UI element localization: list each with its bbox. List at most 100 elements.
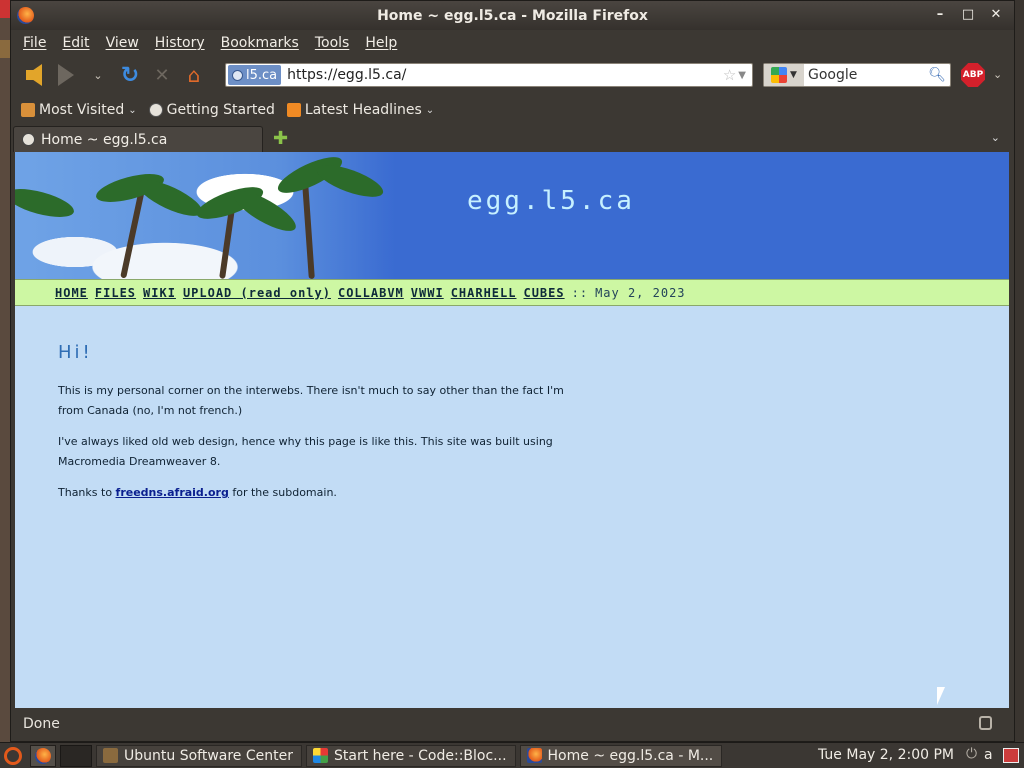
taskbar: Ubuntu Software Center Start here - Code… [0,742,1024,768]
nav-link-collabvm[interactable]: COLLABVM [338,286,404,300]
history-dropdown-icon[interactable]: ⌄ [85,62,111,88]
forward-button[interactable] [53,62,79,88]
url-bar[interactable]: l5.ca https://egg.l5.ca/ ☆ ▼ [225,63,753,87]
globe-icon [232,69,243,81]
search-bar[interactable]: ▼ Google 🔍︎ [763,63,951,87]
menu-tools[interactable]: Tools [315,35,350,51]
page-heading: Hi! [58,342,93,363]
tab-label: Home ~ egg.l5.ca [41,131,168,148]
codeblocks-icon [312,748,328,763]
site-banner: egg.l5.ca [15,152,1009,280]
site-identity-button[interactable]: l5.ca [228,65,282,85]
google-icon [771,67,788,83]
task-label: Home ~ egg.l5.ca - M... [547,747,714,764]
search-engine-selector[interactable]: ▼ [764,64,804,86]
menu-file[interactable]: File [23,35,46,51]
paragraph-design: I've always liked old web design, hence … [58,435,553,468]
menu-view[interactable]: View [106,35,139,51]
url-dropdown-icon[interactable]: ▼ [738,70,746,81]
ubuntu-menu-button[interactable] [0,743,26,768]
list-all-tabs-icon[interactable]: ⌄ [991,131,1000,144]
bookmark-most-visited[interactable]: Most Visited ⌄ [21,102,137,118]
nav-link-upload[interactable]: UPLOAD (read only) [183,286,331,300]
paragraph-thanks: Thanks to freedns.afraid.org for the sub… [58,483,575,503]
palm-frond [313,158,387,204]
user-menu[interactable]: a [984,747,993,763]
chevron-down-icon: ⌄ [128,104,137,116]
search-input[interactable]: Google [808,67,928,83]
mouse-cursor-icon [937,687,945,705]
tab-strip: Home ~ egg.l5.ca ✚ ⌄ [11,126,1014,152]
task-firefox[interactable]: Home ~ egg.l5.ca - M... [519,744,723,767]
titlebar[interactable]: Home ~ egg.l5.ca - Mozilla Firefox – □ ✕ [11,1,1014,30]
menu-edit[interactable]: Edit [62,35,89,51]
firefox-icon [35,747,51,764]
navigation-toolbar: ⌄ ↻ ✕ ⌂ l5.ca https://egg.l5.ca/ ☆ ▼ ▼ G… [11,56,1014,94]
nav-link-wiki[interactable]: WIKI [143,286,176,300]
site-nav: HOME FILES WIKI UPLOAD (read only) COLLA… [15,279,1009,306]
rss-icon [286,103,301,117]
firefox-icon [526,748,542,763]
freedns-link[interactable]: freedns.afraid.org [116,486,229,499]
desktop-left-edge [0,0,10,742]
nav-separator: :: [571,285,589,300]
trash-icon[interactable] [1003,748,1019,763]
lock-icon[interactable] [979,716,992,730]
close-button[interactable]: ✕ [986,6,1006,24]
url-text[interactable]: https://egg.l5.ca/ [287,67,723,83]
palm-frond [15,183,77,223]
window-title: Home ~ egg.l5.ca - Mozilla Firefox [377,7,648,24]
menu-help[interactable]: Help [365,35,397,51]
site-identity-label: l5.ca [246,67,278,83]
search-icon[interactable]: 🔍︎ [928,67,946,83]
nav-link-cubes[interactable]: CUBES [523,286,564,300]
new-tab-icon[interactable]: ✚ [273,128,288,149]
paragraph-intro: This is my personal corner on the interw… [58,384,564,417]
home-icon[interactable]: ⌂ [181,62,207,88]
stop-icon[interactable]: ✕ [149,62,175,88]
desktop-marker [0,40,10,58]
nav-link-charhell[interactable]: CHARHELL [451,286,517,300]
chevron-down-icon: ▼ [790,70,797,80]
task-ubuntu-software-center[interactable]: Ubuntu Software Center [96,744,302,767]
minimize-button[interactable]: – [930,6,950,24]
window-controls: – □ ✕ [930,6,1006,24]
bookmark-label: Getting Started [166,102,275,118]
task-codeblocks[interactable]: Start here - Code::Bloc... [305,744,516,767]
site-title: egg.l5.ca [467,186,635,216]
back-button[interactable] [21,62,47,88]
bookmark-label: Latest Headlines [304,102,422,118]
status-bar: Done [11,707,1014,741]
desktop-marker [0,0,10,18]
show-desktop-button[interactable] [60,744,92,767]
page-content: egg.l5.ca HOME FILES WIKI UPLOAD (read o… [15,152,1009,708]
nav-link-home[interactable]: HOME [55,286,88,300]
adblock-dropdown-icon[interactable]: ⌄ [993,68,1002,81]
menu-history[interactable]: History [155,35,205,51]
reload-icon[interactable]: ↻ [117,62,143,88]
task-label: Ubuntu Software Center [124,747,293,764]
firefox-window: Home ~ egg.l5.ca - Mozilla Firefox – □ ✕… [10,0,1015,742]
software-center-icon [103,748,118,763]
bookmark-label: Most Visited [39,102,125,118]
tab-home[interactable]: Home ~ egg.l5.ca [13,126,263,152]
bookmark-getting-started[interactable]: Getting Started [148,102,275,118]
back-arrow-icon [26,64,42,86]
ubuntu-logo-icon [4,746,22,765]
maximize-button[interactable]: □ [958,6,978,24]
bookmark-star-icon[interactable]: ☆ [723,66,736,84]
adblock-plus-icon[interactable]: ABP [961,63,985,87]
nav-link-vwwi[interactable]: VWWI [411,286,444,300]
bookmarks-toolbar: Most Visited ⌄ Getting Started Latest He… [11,94,1014,126]
favicon-icon [22,133,35,146]
chevron-down-icon: ⌄ [425,104,435,116]
clock[interactable]: Tue May 2, 2:00 PM [818,747,954,763]
power-icon[interactable]: ⏻ [966,746,977,762]
nav-link-files[interactable]: FILES [95,286,136,300]
firefox-launcher[interactable] [30,744,56,767]
bookmark-latest-headlines[interactable]: Latest Headlines ⌄ [286,102,435,118]
task-label: Start here - Code::Bloc... [333,747,507,764]
menu-bookmarks[interactable]: Bookmarks [221,35,299,51]
firefox-icon[interactable] [17,7,34,24]
nav-date: May 2, 2023 [595,285,686,300]
